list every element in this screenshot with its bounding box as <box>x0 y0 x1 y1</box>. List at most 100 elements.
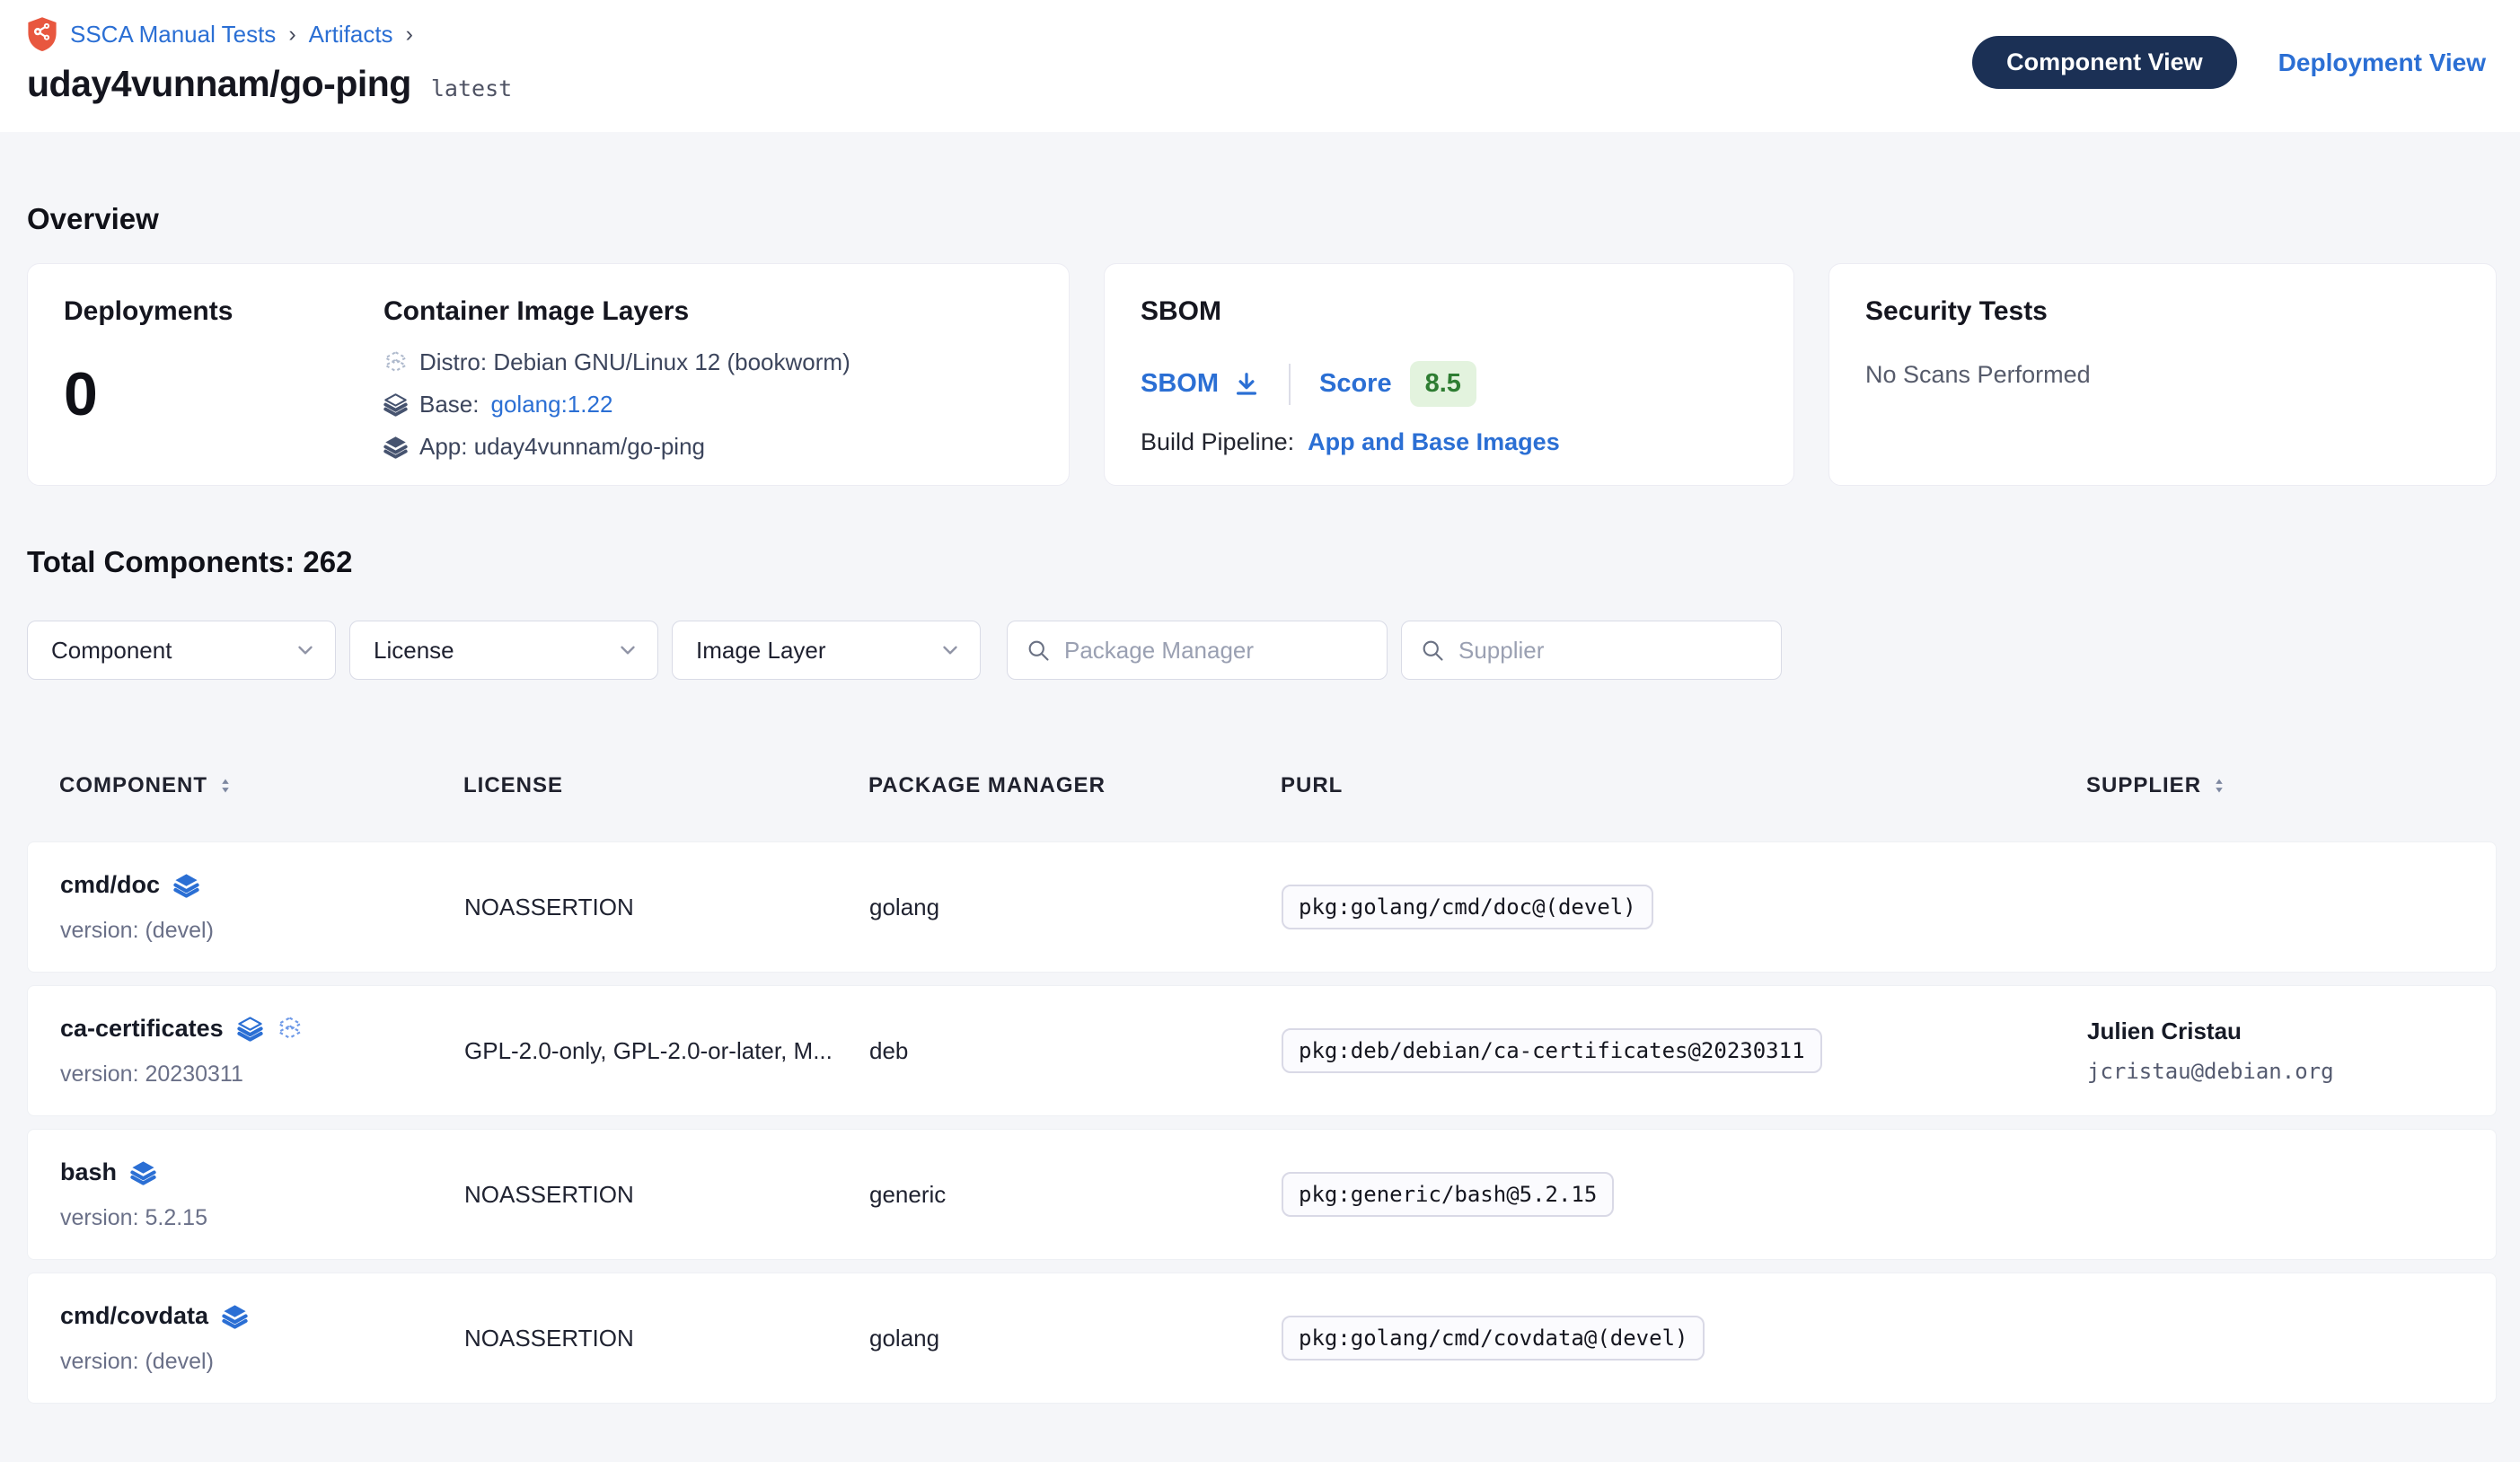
ssca-shield-logo-icon <box>27 16 57 52</box>
package-manager-cell: deb <box>869 1037 1282 1065</box>
vertical-divider <box>1289 364 1291 405</box>
breadcrumb-link-artifacts[interactable]: Artifacts <box>309 21 393 48</box>
chevron-down-icon <box>294 639 317 662</box>
license-cell: GPL-2.0-only, GPL-2.0-or-later, M... <box>464 1037 869 1065</box>
component-version: version: (devel) <box>60 1349 464 1375</box>
sbom-card-title: SBOM <box>1141 296 1758 327</box>
overview-card: Deployments 0 Container Image Layers Dis… <box>27 263 1070 486</box>
package-manager-cell: generic <box>869 1181 1282 1209</box>
package-manager-cell: golang <box>869 894 1282 921</box>
layers-half-icon <box>383 392 408 417</box>
table-row[interactable]: bash version: 5.2.15 NOASSERTION generic… <box>27 1129 2497 1260</box>
table-header-row: COMPONENT LICENSE PACKAGE MANAGER PURL S… <box>27 743 2497 829</box>
layer-item-distro: Distro: Debian GNU/Linux 12 (bookworm) <box>383 348 1033 376</box>
column-header-purl: PURL <box>1281 773 2086 798</box>
component-name: ca-certificates <box>60 1015 224 1043</box>
breadcrumb-separator: › <box>406 22 413 48</box>
layers-filled-icon <box>173 872 199 898</box>
security-tests-status: No Scans Performed <box>1865 361 2460 389</box>
supplier-cell: Julien Cristau jcristau@debian.org <box>2087 1017 2463 1084</box>
component-version: version: 20230311 <box>60 1061 464 1088</box>
sbom-score-badge: 8.5 <box>1410 361 1476 407</box>
overview-heading: Overview <box>27 132 2497 236</box>
component-filter-label: Component <box>51 637 172 665</box>
component-cell: ca-certificates version: 20230311 <box>60 1015 464 1088</box>
layer-item-base: Base: golang:1.22 <box>383 391 1033 418</box>
layer-item-app: App: uday4vunnam/go-ping <box>383 433 1033 461</box>
total-components-heading: Total Components: 262 <box>27 486 2497 579</box>
package-manager-search-input[interactable] <box>1064 637 1369 665</box>
purl-chip: pkg:generic/bash@5.2.15 <box>1282 1172 1614 1217</box>
license-cell: NOASSERTION <box>464 1325 869 1352</box>
table-row[interactable]: cmd/doc version: (devel) NOASSERTION gol… <box>27 841 2497 973</box>
chevron-down-icon <box>938 639 962 662</box>
security-tests-title: Security Tests <box>1865 296 2460 327</box>
deployment-view-link[interactable]: Deployment View <box>2278 48 2486 77</box>
license-filter-label: License <box>374 637 454 665</box>
sbom-download-link[interactable]: SBOM <box>1141 369 1260 399</box>
component-filter-dropdown[interactable]: Component <box>27 621 336 680</box>
layer-base-label: Base: <box>419 391 480 418</box>
license-filter-dropdown[interactable]: License <box>349 621 658 680</box>
layers-filled-icon <box>130 1159 156 1185</box>
license-cell: NOASSERTION <box>464 1181 869 1209</box>
breadcrumb-link-project[interactable]: SSCA Manual Tests <box>70 21 276 48</box>
deployments-label: Deployments <box>64 296 383 327</box>
image-layer-filter-dropdown[interactable]: Image Layer <box>672 621 981 680</box>
chevron-down-icon <box>616 639 639 662</box>
component-cell: cmd/doc version: (devel) <box>60 871 464 944</box>
deployments-count: 0 <box>64 359 383 429</box>
image-layer-filter-label: Image Layer <box>696 637 826 665</box>
package-manager-cell: golang <box>869 1325 1282 1352</box>
supplier-search-input[interactable] <box>1458 637 1763 665</box>
column-header-supplier[interactable]: SUPPLIER <box>2086 773 2464 798</box>
security-tests-card: Security Tests No Scans Performed <box>1828 263 2497 486</box>
layer-app-text: App: uday4vunnam/go-ping <box>419 433 705 461</box>
supplier-search <box>1401 621 1782 680</box>
purl-chip: pkg:golang/cmd/covdata@(devel) <box>1282 1316 1705 1361</box>
column-header-component[interactable]: COMPONENT <box>59 773 463 798</box>
purl-chip: pkg:deb/debian/ca-certificates@20230311 <box>1282 1028 1822 1073</box>
base-image-link[interactable]: golang:1.22 <box>491 391 613 418</box>
download-icon[interactable] <box>1233 371 1260 398</box>
page-title: uday4vunnam/go-ping <box>27 63 411 105</box>
sbom-score-label: Score <box>1319 369 1392 399</box>
component-cell: cmd/covdata version: (devel) <box>60 1302 464 1375</box>
container-image-layers-title: Container Image Layers <box>383 296 1033 327</box>
component-view-button[interactable]: Component View <box>1972 36 2237 89</box>
license-cell: NOASSERTION <box>464 894 869 921</box>
search-icon <box>1026 638 1051 663</box>
build-pipeline-link[interactable]: App and Base Images <box>1308 428 1560 456</box>
table-row[interactable]: cmd/covdata version: (devel) NOASSERTION… <box>27 1273 2497 1404</box>
components-table: COMPONENT LICENSE PACKAGE MANAGER PURL S… <box>27 743 2497 1404</box>
layers-half-icon <box>237 1016 263 1042</box>
column-header-package-manager: PACKAGE MANAGER <box>868 773 1281 798</box>
package-manager-search <box>1007 621 1388 680</box>
layers-filled-icon <box>222 1303 248 1329</box>
component-name: bash <box>60 1158 117 1186</box>
layer-distro-text: Distro: Debian GNU/Linux 12 (bookworm) <box>419 348 850 376</box>
component-version: version: 5.2.15 <box>60 1205 464 1231</box>
sbom-card: SBOM SBOM Score 8.5 Build Pipeline: App … <box>1104 263 1794 486</box>
layers-dashed-icon <box>383 350 408 374</box>
build-pipeline-label: Build Pipeline: <box>1141 428 1294 456</box>
breadcrumb-separator: › <box>288 22 295 48</box>
supplier-name: Julien Cristau <box>2087 1017 2463 1045</box>
layers-filled-icon <box>383 435 408 459</box>
sort-icon[interactable] <box>216 777 234 795</box>
purl-chip: pkg:golang/cmd/doc@(devel) <box>1282 885 1653 929</box>
component-name: cmd/covdata <box>60 1302 208 1330</box>
artifact-tag-latest: latest <box>431 75 512 101</box>
page-header: SSCA Manual Tests › Artifacts › uday4vun… <box>0 0 2520 132</box>
component-name: cmd/doc <box>60 871 160 899</box>
component-cell: bash version: 5.2.15 <box>60 1158 464 1231</box>
sort-icon[interactable] <box>2210 777 2228 795</box>
component-version: version: (devel) <box>60 918 464 944</box>
supplier-email: jcristau@debian.org <box>2087 1059 2463 1084</box>
search-icon <box>1420 638 1445 663</box>
layers-dashed-icon <box>277 1016 303 1042</box>
column-header-license: LICENSE <box>463 773 868 798</box>
table-row[interactable]: ca-certificates version: 20230311 GPL-2.… <box>27 985 2497 1116</box>
view-toggle: Component View Deployment View <box>1972 36 2486 89</box>
filters-bar: Component License Image Layer <box>27 621 2497 680</box>
